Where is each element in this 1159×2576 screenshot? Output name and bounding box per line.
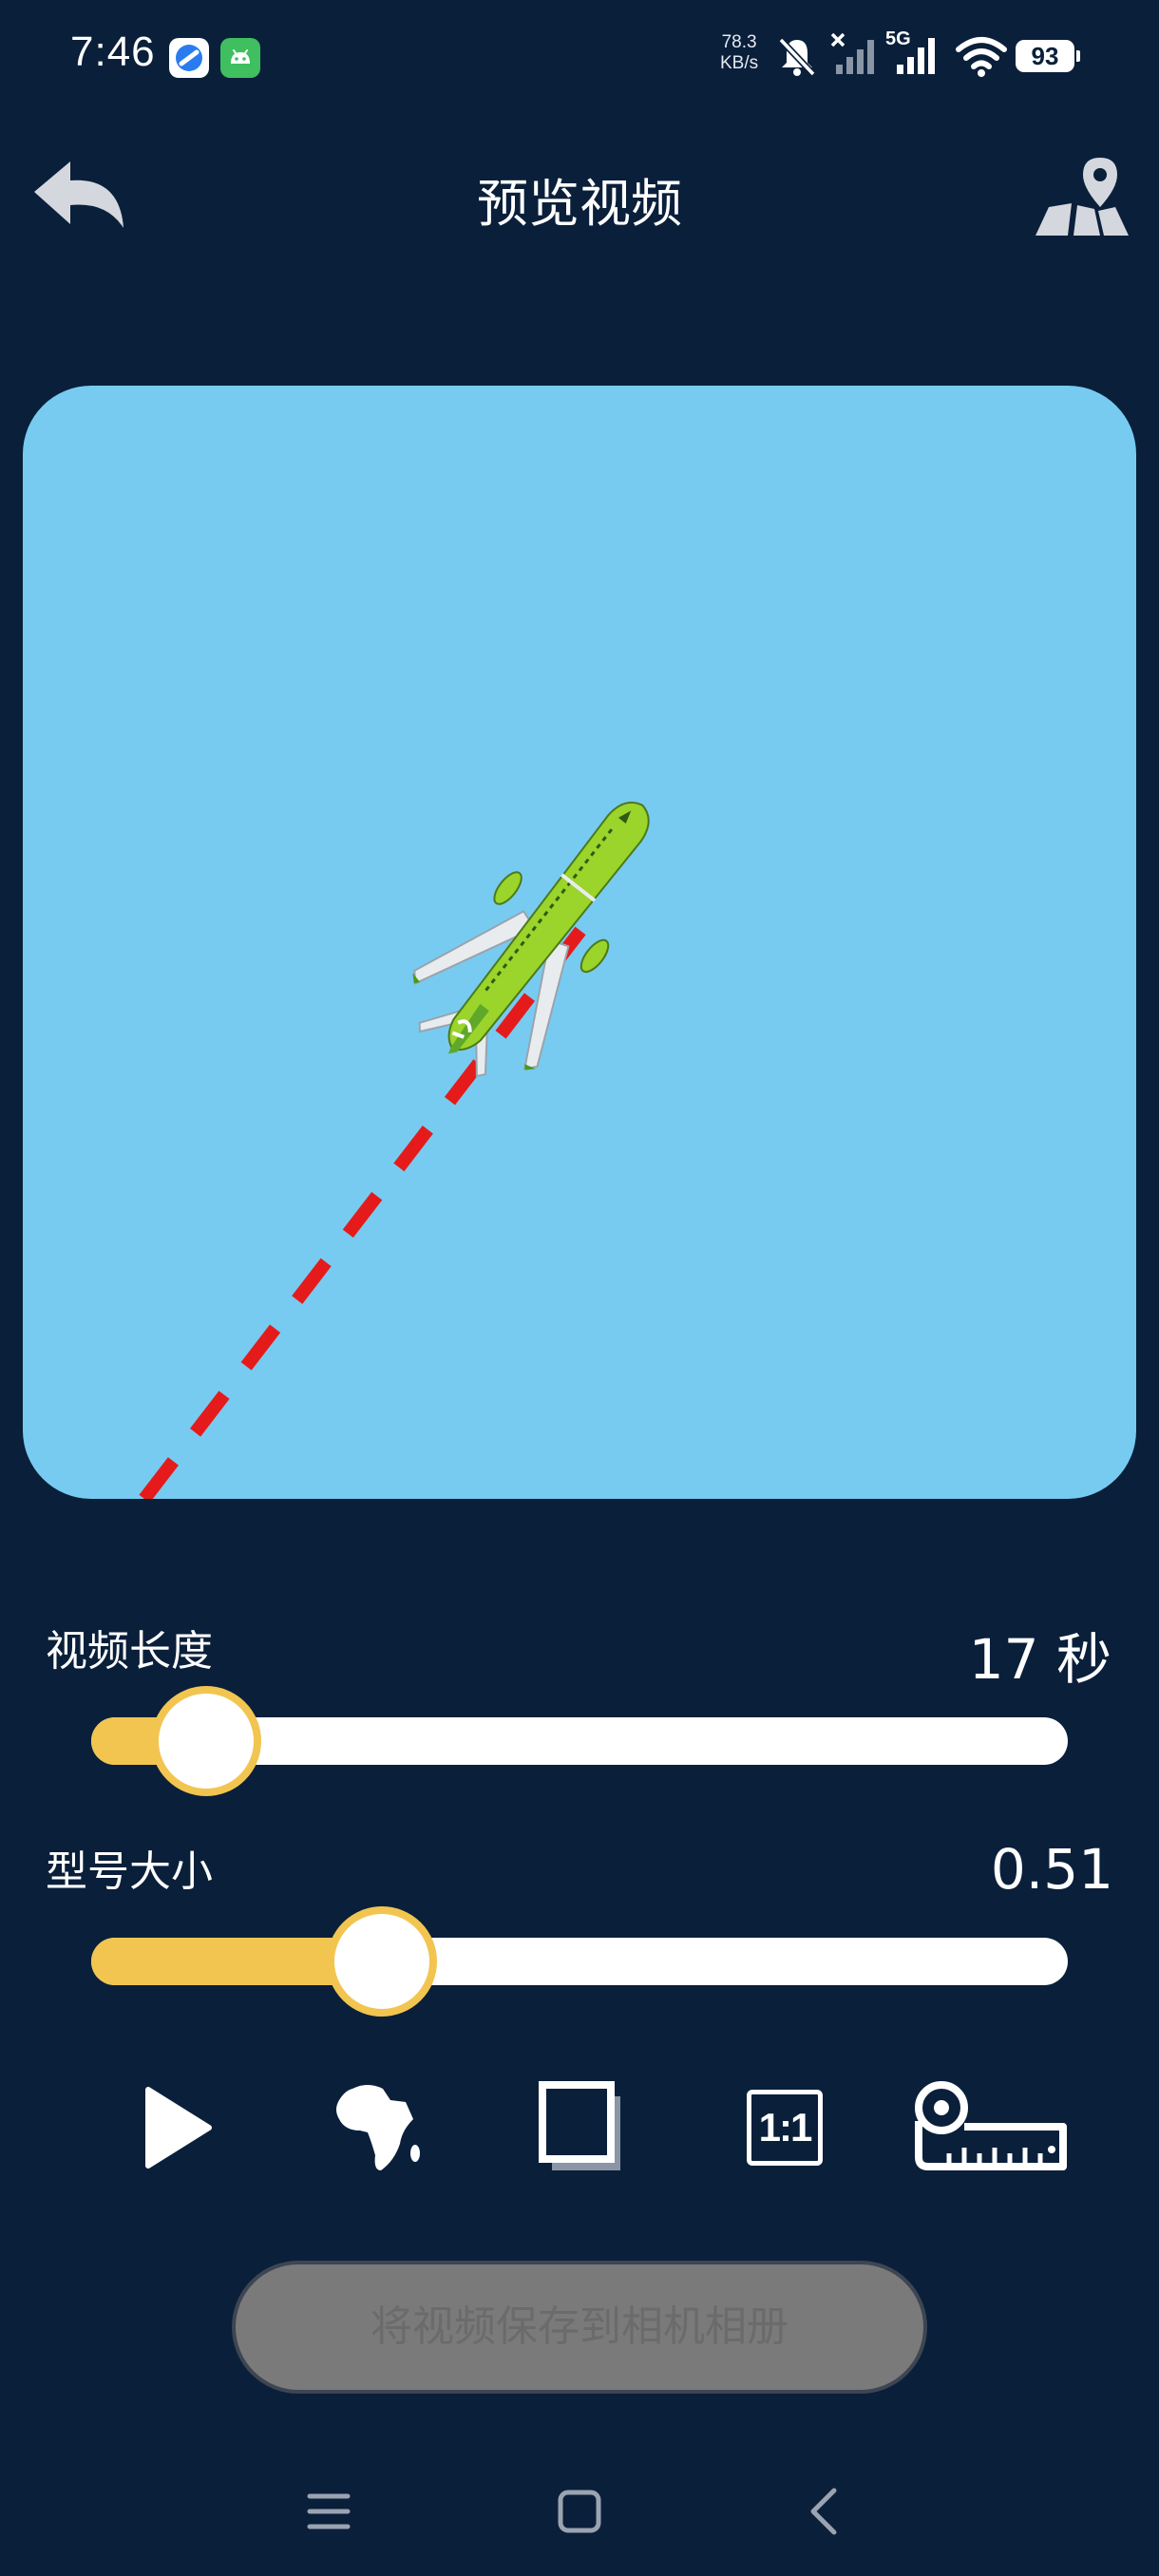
browser-app-icon (169, 38, 209, 78)
play-button[interactable] (124, 2071, 228, 2185)
save-to-album-button[interactable]: 将视频保存到相机相册 (232, 2261, 927, 2394)
flight-path-line (139, 922, 589, 1499)
mute-icon (773, 32, 821, 84)
video-preview[interactable] (23, 386, 1136, 1499)
wifi-icon (956, 36, 1007, 82)
flight-animation (139, 801, 650, 1499)
no-sim-signal-icon (830, 32, 878, 82)
region-map-button[interactable] (319, 2071, 433, 2185)
nav-menu-button[interactable] (302, 2485, 355, 2538)
video-length-slider-thumb[interactable] (151, 1686, 262, 1796)
africa-map-icon (336, 2085, 420, 2170)
nav-back-button[interactable] (798, 2483, 851, 2540)
aspect-ratio-button[interactable]: 1:1 (737, 2071, 832, 2185)
battery-indicator: 93 (1016, 40, 1080, 72)
aspect-ratio-icon: 1:1 (747, 2090, 823, 2166)
frame-button[interactable] (528, 2071, 633, 2185)
map-location-button[interactable] (1030, 150, 1134, 245)
aspect-ratio-label: 1:1 (758, 2105, 813, 2150)
video-length-slider[interactable] (91, 1686, 1068, 1796)
model-size-label: 型号大小 (46, 1847, 213, 1896)
page-title: 预览视频 (477, 174, 682, 234)
chevron-left-icon (810, 2488, 837, 2535)
network-speed-value: 78.3 (721, 32, 757, 52)
status-time: 7:46 (70, 28, 156, 75)
frame-icon (539, 2081, 620, 2170)
network-speed-unit: KB/s (720, 53, 759, 73)
home-square-icon (558, 2490, 601, 2533)
android-app-icon (220, 38, 260, 78)
model-size-slider-thumb[interactable] (327, 1906, 438, 2017)
network-type-label: 5G (885, 28, 911, 49)
airplane-icon (412, 801, 650, 1078)
menu-icon (307, 2493, 351, 2529)
model-size-slider[interactable] (91, 1906, 1068, 2017)
video-length-value: 17 秒 (968, 1627, 1112, 1692)
video-length-label: 视频长度 (46, 1627, 213, 1676)
network-speed: 78.3 KB/s (720, 32, 758, 74)
ruler-icon (915, 2081, 1067, 2170)
cellular-signal-icon: 5G (884, 28, 944, 82)
map-pin-icon (1036, 158, 1129, 236)
ruler-button[interactable] (908, 2071, 1075, 2185)
play-icon (145, 2087, 212, 2169)
model-size-value: 0.51 (990, 1837, 1113, 1902)
nav-home-button[interactable] (551, 2483, 608, 2540)
